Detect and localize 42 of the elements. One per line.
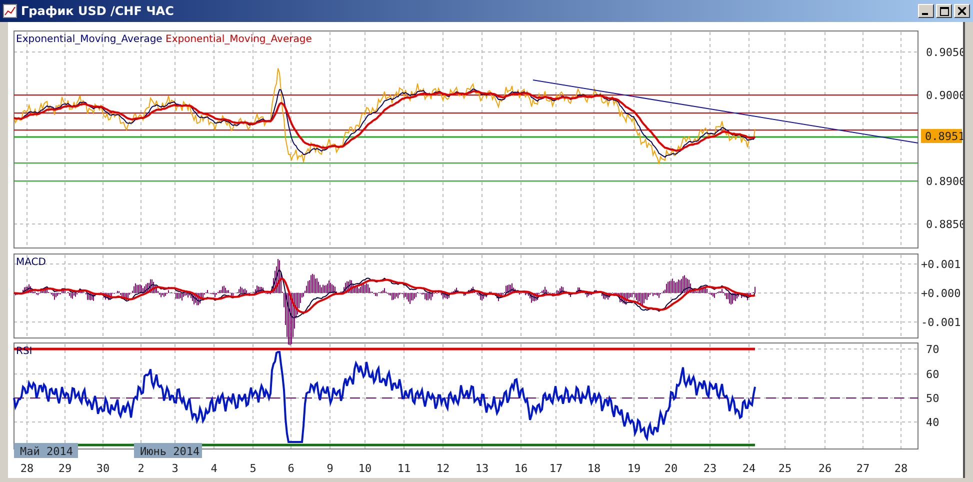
date-label: 24 <box>742 462 756 475</box>
date-label: 26 <box>818 462 832 475</box>
month-label: Июнь 2014 <box>134 443 202 458</box>
date-label: 28 <box>894 462 908 475</box>
macd-axis-label: -0.001 <box>921 316 961 329</box>
date-label: 23 <box>703 462 717 475</box>
date-label: 2 <box>138 462 144 475</box>
rsi-axis-label: 50 <box>926 392 940 405</box>
close-button[interactable] <box>954 4 970 18</box>
date-label: 12 <box>436 462 450 475</box>
chart-icon <box>3 4 17 18</box>
date-label: 13 <box>475 462 489 475</box>
date-label: 18 <box>587 462 601 475</box>
rsi-axis-label: 40 <box>926 416 940 429</box>
date-label: 29 <box>58 462 72 475</box>
date-label: 25 <box>778 462 792 475</box>
date-label: 17 <box>549 462 563 475</box>
date-label: 20 <box>664 462 678 475</box>
date-label: 16 <box>514 462 528 475</box>
macd-axis-label: +0.000 <box>921 287 961 300</box>
close-icon <box>958 7 966 15</box>
maximize-button[interactable] <box>936 4 952 18</box>
rsi-axis-label: 60 <box>926 368 940 381</box>
rsi-axis-label: 70 <box>926 343 940 356</box>
maximize-icon <box>940 6 948 16</box>
date-label: 9 <box>326 462 334 475</box>
date-label: 28 <box>20 462 34 475</box>
date-label: 6 <box>288 462 294 475</box>
minimize-button[interactable] <box>918 4 934 18</box>
date-label: 10 <box>358 462 372 475</box>
macd-axis-label: +0.001 <box>921 258 961 271</box>
month-label: Май 2014 <box>14 443 78 458</box>
date-label: 27 <box>856 462 870 475</box>
date-label: 30 <box>96 462 110 475</box>
date-label: 19 <box>627 462 641 475</box>
indicator-legend: Exponential_Moving_Average Exponential_Moving_Average <box>16 34 312 45</box>
date-label: 4 <box>210 462 218 475</box>
date-label: 3 <box>172 462 178 475</box>
date-label: 5 <box>250 462 256 475</box>
date-label: 11 <box>397 462 411 475</box>
macd-label: MACD <box>16 257 46 268</box>
window-title: График USD /CHF ЧАС <box>21 4 175 18</box>
